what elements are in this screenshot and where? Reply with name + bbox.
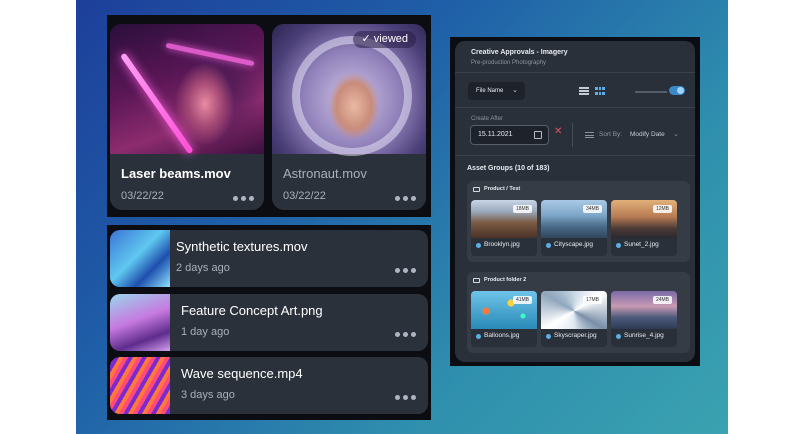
list-item[interactable]: Synthetic textures.mov 2 days ago bbox=[110, 230, 428, 287]
file-size-badge: 24MB bbox=[652, 296, 672, 304]
close-icon[interactable]: ✕ bbox=[554, 126, 562, 137]
asset-tile[interactable]: 18MB Brooklyn.jpg bbox=[471, 200, 537, 256]
sort-icon bbox=[585, 132, 594, 138]
list-view-icon[interactable] bbox=[579, 87, 589, 95]
viewed-badge: ✓ viewed bbox=[353, 31, 416, 48]
asset-name: Cityscape.jpg bbox=[554, 241, 594, 248]
divider bbox=[572, 123, 573, 147]
list-item-time: 2 days ago bbox=[176, 262, 230, 274]
asset-tile[interactable]: 24MB Sunrise_4.jpg bbox=[611, 291, 677, 347]
media-card-astronaut[interactable]: ✓ viewed Astronaut.mov 03/22/22 bbox=[272, 24, 426, 210]
file-size-badge: 17MB bbox=[582, 296, 602, 304]
status-dot bbox=[616, 334, 621, 339]
list-item-title: Wave sequence.mp4 bbox=[181, 366, 303, 381]
card-title: Astronaut.mov bbox=[283, 166, 367, 181]
asset-name: Balloons.jpg bbox=[484, 332, 520, 339]
more-dots-icon[interactable] bbox=[395, 395, 416, 400]
status-dot bbox=[546, 334, 551, 339]
list-item-time: 3 days ago bbox=[181, 389, 235, 401]
file-size-badge: 18MB bbox=[512, 205, 532, 213]
folder-icon bbox=[473, 187, 480, 192]
helmet-visor bbox=[292, 36, 412, 156]
asset-name: Skyscraper.jpg bbox=[554, 332, 597, 339]
list-item[interactable]: Feature Concept Art.png 1 day ago bbox=[110, 294, 428, 351]
media-card-laser-beams[interactable]: Laser beams.mov 03/22/22 bbox=[110, 24, 264, 210]
grid-view-icon[interactable] bbox=[595, 87, 605, 95]
chevron-down-icon[interactable]: ⌄ bbox=[673, 130, 679, 138]
app-title: Creative Approvals - Imagery bbox=[471, 49, 568, 56]
status-dot bbox=[546, 243, 551, 248]
asset-tile[interactable]: 41MB Balloons.jpg bbox=[471, 291, 537, 347]
list-item-time: 1 day ago bbox=[181, 326, 230, 338]
asset-tile[interactable]: 12MB Sunet_2.jpg bbox=[611, 200, 677, 256]
asset-groups-title: Asset Groups (10 of 183) bbox=[467, 165, 550, 172]
status-dot bbox=[476, 243, 481, 248]
divider bbox=[455, 155, 695, 156]
more-dots-icon[interactable] bbox=[395, 196, 416, 201]
card-date: 03/22/22 bbox=[283, 190, 326, 202]
list-item-title: Feature Concept Art.png bbox=[181, 303, 323, 318]
folder-icon bbox=[473, 278, 480, 283]
create-after-label: Create After bbox=[471, 116, 504, 122]
asset-name: Sunrise_4.jpg bbox=[624, 332, 664, 339]
approvals-app-window: Creative Approvals - Imagery Pre-product… bbox=[450, 37, 700, 366]
list-item[interactable]: Wave sequence.mp4 3 days ago bbox=[110, 357, 428, 414]
asset-group: Product / Test 18MB Brooklyn.jpg 34MB Ci… bbox=[467, 181, 690, 262]
file-size-badge: 41MB bbox=[512, 296, 532, 304]
media-list-panel: Synthetic textures.mov 2 days ago Featur… bbox=[107, 225, 431, 420]
zoom-slider[interactable] bbox=[635, 91, 667, 93]
list-thumbnail bbox=[110, 294, 170, 351]
group-name: Product / Test bbox=[484, 186, 521, 192]
dropdown-label: File Name bbox=[476, 88, 504, 94]
file-name-dropdown[interactable]: File Name ⌄ bbox=[468, 82, 525, 100]
status-dot bbox=[476, 334, 481, 339]
card-title: Laser beams.mov bbox=[121, 166, 231, 181]
more-dots-icon[interactable] bbox=[395, 332, 416, 337]
laser-beams-thumbnail bbox=[110, 24, 264, 155]
toggle-switch[interactable] bbox=[669, 86, 685, 95]
calendar-icon[interactable] bbox=[534, 131, 542, 139]
card-date: 03/22/22 bbox=[121, 190, 164, 202]
more-dots-icon[interactable] bbox=[395, 268, 416, 273]
date-value: 15.11.2021 bbox=[478, 131, 513, 138]
group-name: Product folder 2 bbox=[484, 277, 527, 283]
neon-beam bbox=[120, 52, 194, 155]
divider bbox=[455, 107, 695, 108]
asset-tile[interactable]: 17MB Skyscraper.jpg bbox=[541, 291, 607, 347]
asset-tile[interactable]: 34MB Cityscape.jpg bbox=[541, 200, 607, 256]
astronaut-thumbnail: ✓ viewed bbox=[272, 24, 426, 156]
file-size-badge: 12MB bbox=[652, 205, 672, 213]
status-dot bbox=[616, 243, 621, 248]
neon-beam bbox=[165, 42, 255, 67]
asset-name: Sunet_2.jpg bbox=[624, 241, 659, 248]
create-after-date-field[interactable]: 15.11.2021 bbox=[470, 125, 549, 145]
more-dots-icon[interactable] bbox=[233, 196, 254, 201]
approvals-app: Creative Approvals - Imagery Pre-product… bbox=[455, 41, 695, 362]
list-thumbnail bbox=[110, 230, 170, 287]
list-thumbnail bbox=[110, 357, 170, 414]
chevron-down-icon: ⌄ bbox=[512, 87, 518, 94]
sort-dropdown[interactable]: Modify Date bbox=[630, 131, 665, 138]
divider bbox=[455, 72, 695, 73]
sort-label: Sort By: bbox=[599, 131, 623, 138]
asset-group: Product folder 2 41MB Balloons.jpg 17MB … bbox=[467, 272, 690, 353]
app-subtitle: Pre-production Photography bbox=[471, 60, 547, 66]
asset-name: Brooklyn.jpg bbox=[484, 241, 520, 248]
file-size-badge: 34MB bbox=[582, 205, 602, 213]
media-cards-panel: Laser beams.mov 03/22/22 ✓ viewed Astron… bbox=[107, 15, 431, 217]
list-item-title: Synthetic textures.mov bbox=[176, 239, 308, 254]
